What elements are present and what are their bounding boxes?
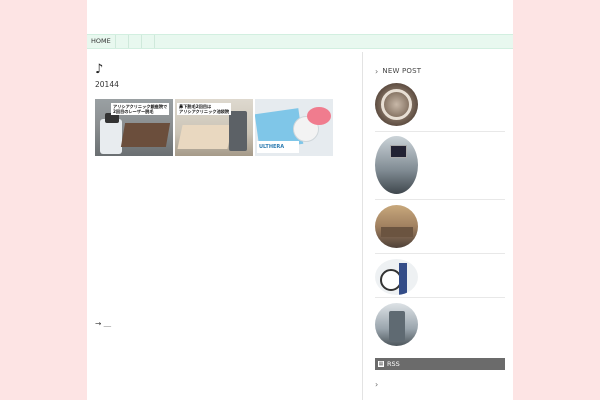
post-title: ♪ <box>95 62 104 77</box>
new-post-heading: › NEW POST <box>375 64 505 78</box>
chevron-right-icon: › <box>375 66 379 76</box>
ring-shape <box>381 89 412 120</box>
rss-icon: ▦ <box>378 361 384 367</box>
bed-shape <box>177 125 233 149</box>
stand-shape <box>399 263 407 295</box>
new-post-list <box>375 78 505 351</box>
nav-home-link[interactable]: HOME <box>87 35 116 48</box>
rss-bar[interactable]: ▦ RSS <box>375 358 505 370</box>
column-divider <box>362 52 363 400</box>
thumbnail-laser-ginza[interactable]: アリシアクリニック銀座院で 2回目のレーザー脱毛 <box>95 99 173 156</box>
thumbnail-caption: ULTHERA <box>257 141 299 153</box>
new-post-thumbnail[interactable] <box>375 205 418 248</box>
thumbnail-laser-ikebukuro[interactable]: 鼻下脱毛2回目は アリシアクリニック池袋院 <box>175 99 253 156</box>
nav-slot[interactable] <box>142 35 155 48</box>
new-post-thumbnail[interactable] <box>375 303 418 346</box>
chevron-right-icon[interactable]: › <box>375 380 378 389</box>
nav-slot[interactable] <box>116 35 129 48</box>
new-post-thumbnail[interactable] <box>375 259 418 295</box>
nav-slot[interactable] <box>129 35 142 48</box>
desk-shape <box>381 227 413 237</box>
list-item[interactable] <box>375 78 505 132</box>
pink-dish-shape <box>307 107 331 125</box>
bed-shape <box>120 123 171 147</box>
main-content: ♪ 20144 アリシアクリニック銀座院で 2回目のレーザー脱毛 鼻下脱毛2回目… <box>87 48 362 400</box>
page-container: HOME ♪ 20144 アリシアクリニック銀座院で 2回目のレーザー脱毛 鼻下… <box>87 0 513 400</box>
sidebar: › NEW POST ▦ RSS › <box>375 64 505 389</box>
rss-label: RSS <box>387 360 400 368</box>
thumbnail-caption: 鼻下脱毛2回目は アリシアクリニック池袋院 <box>177 103 232 115</box>
device-shape <box>389 311 405 341</box>
list-item[interactable] <box>375 298 505 351</box>
thumbnail-caption: アリシアクリニック銀座院で 2回目のレーザー脱毛 <box>111 103 170 115</box>
new-post-thumbnail[interactable] <box>375 136 418 194</box>
device-screen-shape <box>390 145 407 158</box>
thumbnail-ulthera[interactable]: ULTHERA <box>255 99 333 156</box>
global-nav: HOME <box>87 34 513 49</box>
list-item[interactable] <box>375 200 505 254</box>
machine-shape <box>229 111 247 151</box>
site-header <box>87 0 513 34</box>
post-navigation[interactable]: → ＿ <box>95 318 111 329</box>
list-item[interactable] <box>375 254 505 298</box>
new-post-thumbnail[interactable] <box>375 83 418 126</box>
post-thumbnails: アリシアクリニック銀座院で 2回目のレーザー脱毛 鼻下脱毛2回目は アリシアクリ… <box>95 99 333 156</box>
new-post-heading-label: NEW POST <box>382 67 422 75</box>
list-item[interactable] <box>375 132 505 200</box>
machine-shape <box>100 119 122 154</box>
post-meta: 20144 <box>95 80 119 89</box>
